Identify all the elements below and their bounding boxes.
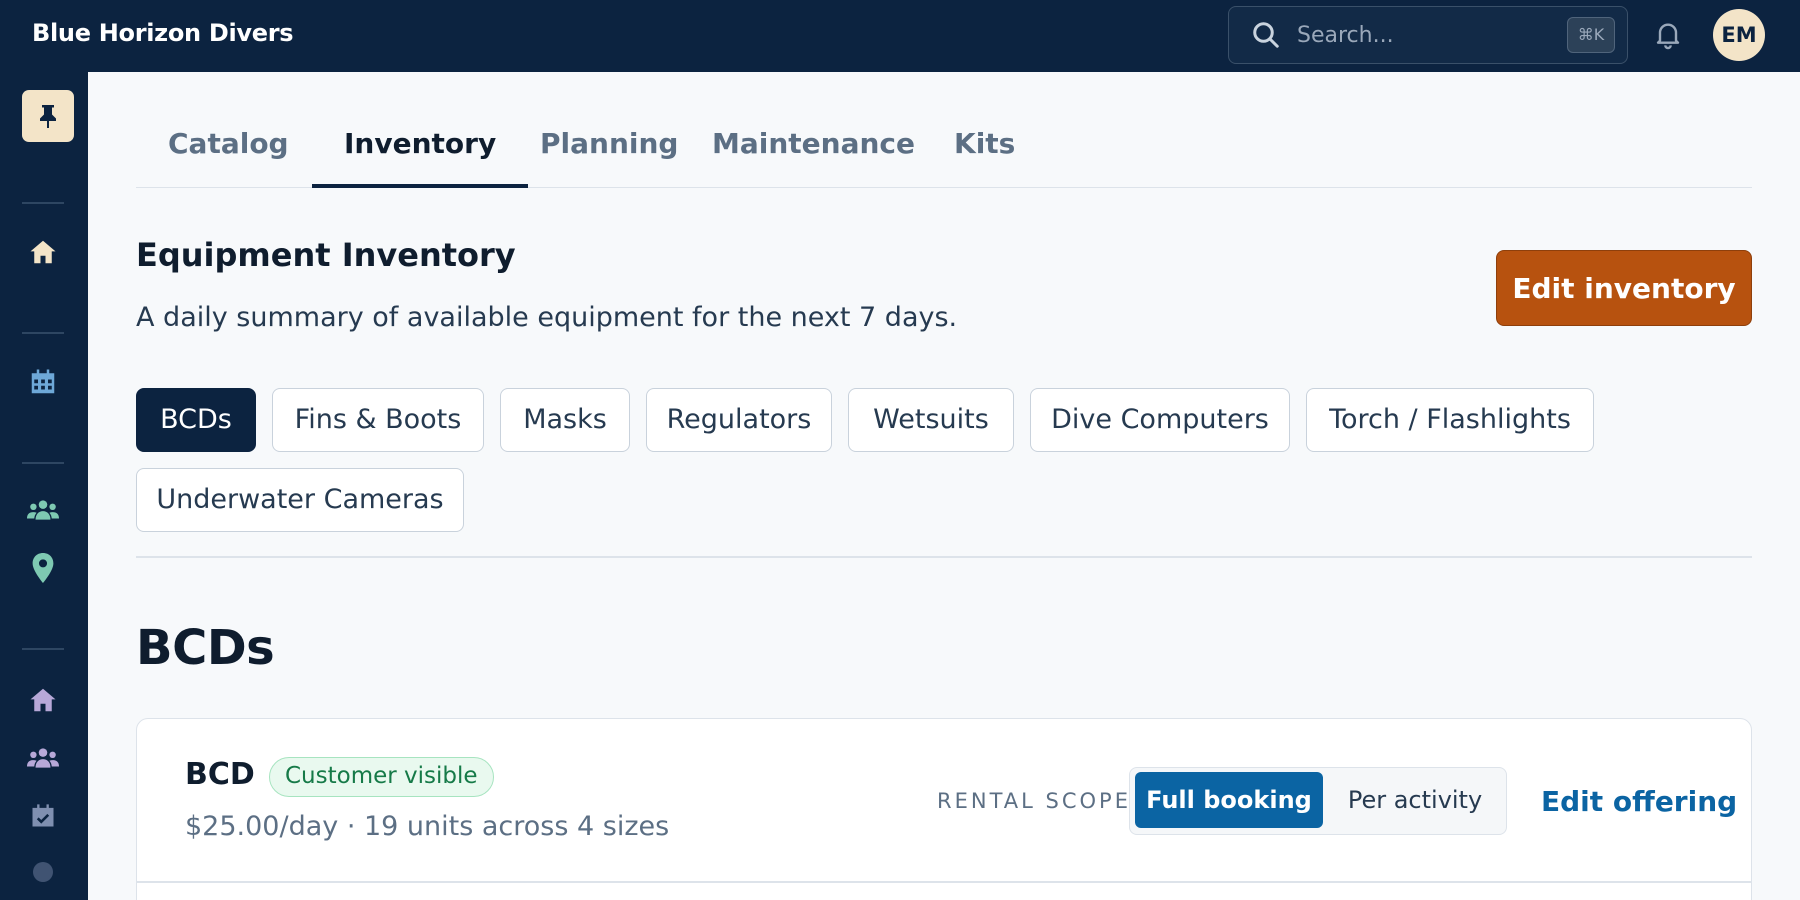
- top-bar: Blue Horizon Divers ⌘K EM: [0, 0, 1800, 72]
- scope-option-per-activity[interactable]: Per activity: [1326, 772, 1504, 828]
- location-pin-icon[interactable]: [27, 552, 59, 584]
- sidebar-divider: [22, 202, 64, 204]
- page-subtitle: A daily summary of available equipment f…: [136, 302, 958, 333]
- search-icon: [1253, 22, 1279, 48]
- tab-kits[interactable]: Kits: [922, 104, 1047, 188]
- page-title: Equipment Inventory: [136, 236, 516, 274]
- search-box[interactable]: ⌘K: [1228, 6, 1628, 64]
- more-icon[interactable]: [27, 856, 59, 888]
- category-chip-torch-flashlights[interactable]: Torch / Flashlights: [1306, 388, 1594, 452]
- tab-catalog[interactable]: Catalog: [136, 104, 321, 188]
- keyboard-shortcut-hint: ⌘K: [1567, 17, 1615, 53]
- offering-summary: $25.00/day · 19 units across 4 sizes: [185, 811, 670, 842]
- home-icon[interactable]: [27, 684, 59, 716]
- team-icon[interactable]: [27, 494, 59, 526]
- edit-offering-link[interactable]: Edit offering: [1541, 785, 1737, 818]
- tab-maintenance[interactable]: Maintenance: [680, 104, 947, 188]
- card-divider: [137, 881, 1751, 883]
- team-icon[interactable]: [27, 742, 59, 774]
- edit-inventory-button[interactable]: Edit inventory: [1496, 250, 1752, 326]
- calendar-icon[interactable]: [27, 366, 59, 398]
- calendar-check-icon[interactable]: [27, 800, 59, 832]
- rental-scope-label: RENTAL SCOPE: [937, 789, 1131, 813]
- offering-name: BCD: [185, 757, 255, 792]
- app-name[interactable]: Blue Horizon Divers: [32, 0, 294, 72]
- category-chip-masks[interactable]: Masks: [500, 388, 630, 452]
- sidebar-divider: [22, 332, 64, 334]
- section-title: BCDs: [136, 620, 275, 676]
- home-icon[interactable]: [27, 236, 59, 268]
- rental-scope-toggle: Full booking Per activity: [1129, 767, 1507, 835]
- section-divider: [136, 556, 1752, 558]
- tab-bar: Catalog Inventory Planning Maintenance K…: [136, 104, 1752, 188]
- tab-inventory[interactable]: Inventory: [312, 104, 529, 188]
- user-avatar[interactable]: EM: [1713, 9, 1765, 61]
- sidebar-divider: [22, 462, 64, 464]
- category-chip-wetsuits[interactable]: Wetsuits: [848, 388, 1014, 452]
- pin-icon: [40, 105, 56, 128]
- sidebar-divider: [22, 648, 64, 650]
- category-chip-bcds[interactable]: BCDs: [136, 388, 256, 452]
- offering-card: BCD Customer visible $25.00/day · 19 uni…: [136, 718, 1752, 900]
- status-badge: Customer visible: [269, 757, 494, 797]
- scope-option-full-booking[interactable]: Full booking: [1135, 772, 1323, 828]
- search-input[interactable]: [1297, 22, 1547, 48]
- category-chip-dive-computers[interactable]: Dive Computers: [1030, 388, 1290, 452]
- notifications-bell-icon[interactable]: [1652, 18, 1684, 50]
- category-chip-fins-boots[interactable]: Fins & Boots: [272, 388, 484, 452]
- sidebar: [0, 72, 88, 900]
- pin-sidebar-button[interactable]: [22, 90, 74, 142]
- category-chip-regulators[interactable]: Regulators: [646, 388, 832, 452]
- category-chip-underwater-cameras[interactable]: Underwater Cameras: [136, 468, 464, 532]
